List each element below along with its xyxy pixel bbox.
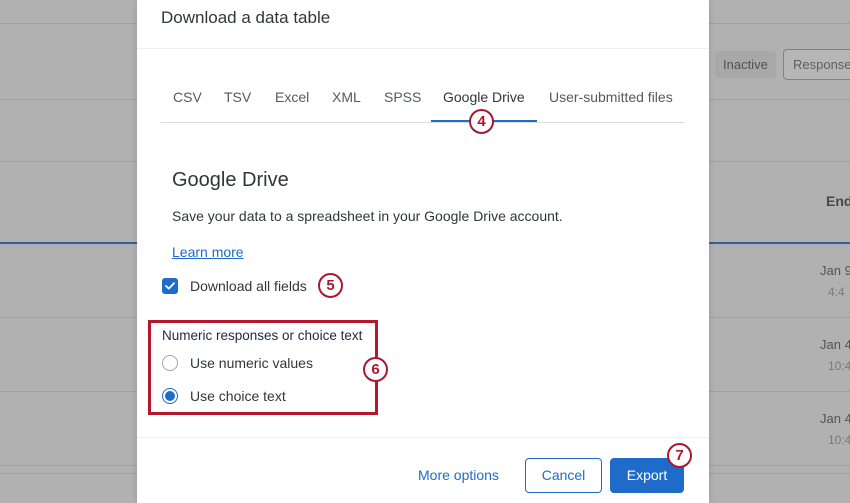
- divider: [137, 437, 709, 438]
- checkbox-checked[interactable]: [162, 278, 178, 294]
- radio-use-numeric-values[interactable]: Use numeric values: [162, 355, 313, 371]
- download-data-table-dialog: Download a data table CSV TSV Excel XML …: [137, 0, 709, 503]
- tab-spss[interactable]: SPSS: [384, 89, 421, 105]
- step-5-marker: 5: [318, 273, 343, 298]
- radio-label: Use numeric values: [190, 355, 313, 371]
- tab-csv[interactable]: CSV: [173, 89, 202, 105]
- radio-button-selected[interactable]: [162, 388, 178, 404]
- section-description: Save your data to a spreadsheet in your …: [172, 208, 563, 224]
- checkbox-label: Download all fields: [190, 278, 307, 294]
- radio-label: Use choice text: [190, 388, 286, 404]
- step-7-marker: 7: [667, 443, 692, 468]
- tab-excel[interactable]: Excel: [275, 89, 309, 105]
- more-options-link[interactable]: More options: [418, 467, 499, 483]
- radio-group-label: Numeric responses or choice text: [162, 328, 363, 343]
- step-6-marker: 6: [363, 357, 388, 382]
- step-4-marker: 4: [469, 109, 494, 134]
- radio-use-choice-text[interactable]: Use choice text: [162, 388, 286, 404]
- tab-google-drive[interactable]: Google Drive: [443, 89, 525, 105]
- dialog-title: Download a data table: [161, 8, 331, 27]
- cancel-button[interactable]: Cancel: [525, 458, 602, 493]
- radio-button[interactable]: [162, 355, 178, 371]
- divider: [137, 48, 709, 49]
- learn-more-link[interactable]: Learn more: [172, 244, 244, 260]
- radio-dot: [165, 391, 175, 401]
- format-tabs: CSV TSV Excel XML SPSS Google Drive User…: [161, 78, 685, 123]
- tab-tsv[interactable]: TSV: [224, 89, 251, 105]
- section-title: Google Drive: [172, 169, 289, 191]
- tab-xml[interactable]: XML: [332, 89, 361, 105]
- tab-user-submitted-files[interactable]: User-submitted files: [549, 89, 673, 105]
- checkmark-icon: [165, 282, 175, 290]
- download-all-fields-checkbox[interactable]: Download all fields: [162, 278, 307, 294]
